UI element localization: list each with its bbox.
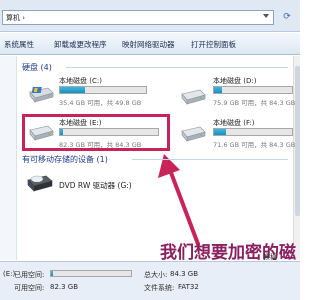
system-properties-button[interactable]: 系统属性 [4,39,34,50]
removable-devices-header[interactable]: 有可移动存储的设备 (1) [22,154,108,165]
address-text: 算机 › [6,14,26,22]
address-bar-region: 算机 › ⟳ [0,0,300,32]
uninstall-program-button[interactable]: 卸载或更改程序 [54,39,107,50]
details-fs-label: 文件系统: [144,284,175,292]
details-fs-value: FAT32 [178,283,199,291]
drive-f-info: 71.6 GB 可用，共 84.3 GB [213,141,296,149]
drive-d-info: 75.9 GB 可用，共 84.3 GB [213,99,296,107]
dvd-drive-icon: DVD [27,175,53,192]
drive-f-name: 本地磁盘 (F:) [213,119,255,127]
drive-c-usage-fill [60,87,85,93]
scrollbar-thumb[interactable] [295,66,300,216]
group-divider [132,159,288,160]
drive-d-name: 本地磁盘 (D:) [213,77,257,85]
arrow-annotation-icon [158,154,200,246]
toolbar: 系统属性 卸载或更改程序 映射网络驱动器 打开控制面板 [0,33,300,55]
drive-d-usage-fill [214,87,222,93]
details-used-label: 已用空间: [14,271,45,279]
refresh-icon[interactable]: ⟳ [278,10,296,25]
details-free-value: 82.3 GB [50,283,79,291]
drive-c-name: 本地磁盘 (C:) [59,77,102,85]
highlight-box [22,114,170,151]
open-control-panel-button[interactable]: 打开控制面板 [191,39,236,50]
navigation-pane [0,56,17,260]
details-pane: (E:) 已用空间: 总大小: 84.3 GB 可用空间: 82.3 GB 文件… [0,261,300,300]
hard-drive-icon [181,126,206,142]
details-total-value: 84.3 GB [170,270,199,278]
content-pane: 硬盘 (4) 本地磁盘 (C:) 35.4 GB 可用，共 49.8 GB 本地… [0,56,300,263]
details-usage-bar [50,270,132,277]
drive-c-usage-bar [59,86,147,94]
details-total-label: 总大小: [144,271,168,279]
dvd-drive-name: DVD RW 驱动器 (G:) [59,181,132,190]
drive-d-usage-bar [213,86,293,94]
details-usage-fill [51,271,54,276]
svg-text:DVD: DVD [34,179,41,183]
drive-f-usage-fill [214,129,226,135]
drive-c-info: 35.4 GB 可用，共 49.8 GB [59,99,142,107]
hard-drive-icon [181,89,206,105]
drive-f-usage-bar [213,128,293,136]
address-dropdown-icon[interactable] [263,14,269,18]
map-network-drive-button[interactable]: 映射网络驱动器 [122,39,175,50]
address-field[interactable]: 算机 › [2,10,274,25]
vertical-scrollbar[interactable] [293,56,300,260]
hard-disks-header[interactable]: 硬盘 (4) [22,62,52,73]
group-divider [66,67,288,68]
details-free-label: 可用空间: [14,284,45,292]
hard-drive-icon [29,87,54,103]
